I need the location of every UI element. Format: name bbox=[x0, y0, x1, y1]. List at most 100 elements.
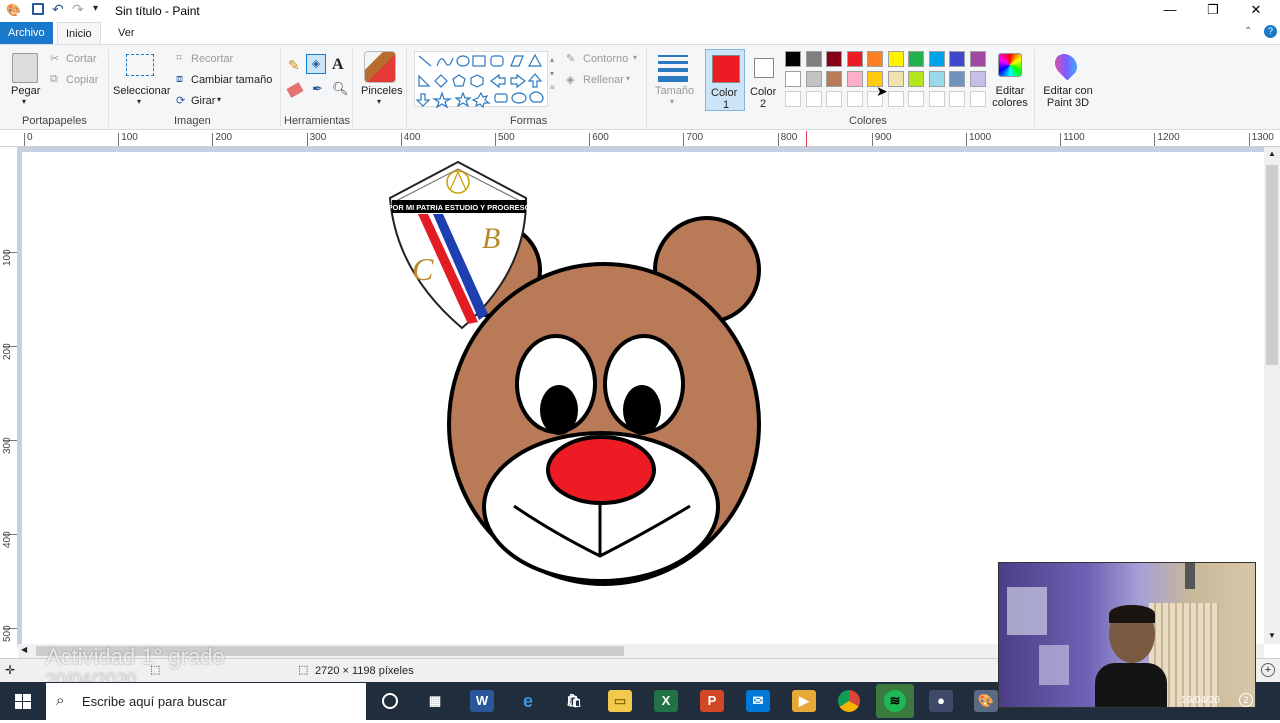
chrome-icon[interactable] bbox=[838, 690, 860, 712]
palette-swatch[interactable] bbox=[928, 51, 945, 67]
outline-button[interactable]: Contorno bbox=[583, 53, 628, 65]
close-button[interactable]: ✕ bbox=[1234, 0, 1278, 22]
save-icon[interactable] bbox=[32, 3, 44, 15]
palette-swatch-empty[interactable] bbox=[785, 91, 801, 107]
palette-swatch[interactable] bbox=[826, 51, 842, 67]
palette-swatch[interactable] bbox=[969, 51, 986, 67]
edit-paint3d-button[interactable]: Editar con Paint 3D bbox=[1040, 85, 1096, 109]
select-icon[interactable] bbox=[126, 54, 154, 76]
crop-button[interactable]: Recortar bbox=[191, 53, 233, 65]
palette-swatch[interactable] bbox=[846, 51, 863, 67]
restore-button[interactable]: ❐ bbox=[1191, 0, 1235, 22]
palette-swatch-empty[interactable] bbox=[969, 91, 986, 107]
tab-view[interactable]: Ver bbox=[110, 22, 143, 44]
scroll-left-icon[interactable]: ◀ bbox=[21, 645, 27, 654]
help-icon[interactable]: ? bbox=[1264, 25, 1277, 38]
size-dropdown-icon[interactable]: ▾ bbox=[670, 97, 674, 106]
palette-swatch[interactable] bbox=[969, 71, 986, 87]
palette-swatch[interactable] bbox=[805, 71, 822, 87]
word-icon[interactable]: W bbox=[470, 690, 494, 712]
powerpoint-icon[interactable]: P bbox=[700, 690, 724, 712]
mail-icon[interactable]: ✉ bbox=[746, 690, 770, 712]
palette-swatch[interactable] bbox=[949, 51, 965, 67]
spotify-icon[interactable]: ≋ bbox=[876, 684, 914, 718]
palette-swatch-empty[interactable] bbox=[908, 91, 924, 107]
file-explorer-icon[interactable]: ▭ bbox=[608, 690, 632, 712]
zoom-in-icon[interactable]: + bbox=[1261, 663, 1275, 677]
media-icon[interactable]: ▶ bbox=[792, 690, 816, 712]
quick-access-dropdown-icon[interactable]: ▾ bbox=[93, 3, 98, 14]
palette-swatch[interactable] bbox=[949, 71, 965, 87]
palette-swatch-empty[interactable] bbox=[846, 91, 863, 107]
palette-swatch-empty[interactable] bbox=[805, 91, 822, 107]
color2-button[interactable]: Color 2 bbox=[746, 49, 782, 111]
excel-icon[interactable]: X bbox=[654, 690, 678, 712]
palette-swatch[interactable] bbox=[785, 51, 801, 67]
paste-dropdown-icon[interactable]: ▾ bbox=[22, 97, 26, 106]
palette-swatch-empty[interactable] bbox=[887, 91, 904, 107]
scroll-down-icon[interactable]: ▼ bbox=[1268, 631, 1276, 640]
rotate-dropdown-icon[interactable]: ▾ bbox=[217, 95, 221, 104]
palette-swatch[interactable] bbox=[826, 71, 842, 87]
tab-file[interactable]: Archivo bbox=[0, 22, 53, 44]
cortana-icon[interactable] bbox=[378, 690, 402, 712]
palette-swatch-empty[interactable] bbox=[826, 91, 842, 107]
paint3d-icon[interactable] bbox=[1050, 49, 1082, 81]
scroll-up-icon[interactable]: ▲ bbox=[1268, 149, 1276, 158]
start-button[interactable] bbox=[0, 682, 46, 720]
edge-icon[interactable]: e bbox=[516, 690, 540, 712]
brushes-dropdown-icon[interactable]: ▾ bbox=[377, 97, 381, 106]
palette-swatch-empty[interactable] bbox=[949, 91, 965, 107]
fill-icon[interactable]: ◈ bbox=[306, 54, 326, 74]
redo-icon[interactable]: ↷ bbox=[72, 1, 84, 18]
palette-swatch[interactable] bbox=[867, 51, 883, 67]
paste-button[interactable]: Pegar bbox=[11, 85, 40, 97]
tab-home[interactable]: Inicio bbox=[57, 22, 101, 44]
outline-dropdown-icon[interactable]: ▾ bbox=[633, 53, 637, 62]
palette-swatch[interactable] bbox=[887, 71, 904, 87]
rotate-button[interactable]: Girar bbox=[191, 95, 215, 107]
magnifier-icon[interactable]: 🔍︎ bbox=[332, 81, 349, 97]
store-icon[interactable]: 🛍︎ bbox=[562, 690, 586, 712]
palette-swatch[interactable] bbox=[908, 51, 924, 67]
palette-swatch[interactable] bbox=[928, 71, 945, 87]
select-button[interactable]: Seleccionar bbox=[113, 85, 170, 97]
resize-button[interactable]: Cambiar tamaño bbox=[191, 74, 272, 86]
color-picker-icon[interactable]: ✒ bbox=[312, 81, 323, 97]
recorder-icon[interactable]: ● bbox=[929, 690, 953, 712]
size-icon[interactable] bbox=[658, 53, 688, 83]
palette-swatch[interactable] bbox=[908, 71, 924, 87]
crop-icon: ⌗ bbox=[176, 52, 183, 64]
undo-icon[interactable]: ↶ bbox=[52, 1, 64, 18]
color1-button[interactable]: Color 1 bbox=[705, 49, 745, 111]
task-view-icon[interactable]: ▦ bbox=[423, 690, 447, 712]
pencil-icon[interactable]: ✎ bbox=[288, 57, 300, 74]
palette-swatch[interactable] bbox=[805, 51, 822, 67]
vertical-scroll-thumb[interactable] bbox=[1266, 165, 1278, 365]
copy-button[interactable]: Copiar bbox=[66, 74, 98, 86]
fill-dropdown-icon[interactable]: ▾ bbox=[626, 74, 630, 83]
brushes-button[interactable]: Pinceles bbox=[361, 85, 403, 97]
palette-swatch[interactable] bbox=[887, 51, 904, 67]
minimize-button[interactable]: — bbox=[1148, 0, 1192, 22]
shapes-scroll-icon[interactable]: ▴ ▾ ≡ bbox=[550, 53, 555, 95]
notification-badge[interactable]: 2 bbox=[1239, 693, 1253, 707]
paint-taskbar-icon[interactable]: 🎨 bbox=[974, 690, 998, 712]
taskbar-search-box[interactable]: ⌕ Escribe aquí para buscar bbox=[46, 683, 366, 720]
palette-swatch[interactable] bbox=[785, 71, 801, 87]
cut-button[interactable]: Cortar bbox=[66, 53, 97, 65]
paste-icon[interactable] bbox=[12, 53, 38, 83]
edit-colors-icon[interactable] bbox=[998, 53, 1022, 77]
eraser-icon[interactable] bbox=[286, 82, 304, 98]
brushes-icon[interactable] bbox=[364, 51, 396, 83]
select-dropdown-icon[interactable]: ▾ bbox=[137, 97, 141, 106]
palette-swatch[interactable] bbox=[846, 71, 863, 87]
edit-colors-button[interactable]: Editar colores bbox=[992, 85, 1028, 109]
text-tool-icon[interactable]: A bbox=[332, 56, 344, 74]
palette-swatch-empty[interactable] bbox=[928, 91, 945, 107]
size-button[interactable]: Tamaño bbox=[655, 85, 694, 97]
vertical-scrollbar[interactable]: ▲ ▼ bbox=[1264, 147, 1280, 644]
fill-button[interactable]: Rellenar bbox=[583, 74, 624, 86]
collapse-ribbon-icon[interactable]: ⌃ bbox=[1244, 26, 1252, 37]
shapes-gallery[interactable] bbox=[414, 51, 548, 109]
